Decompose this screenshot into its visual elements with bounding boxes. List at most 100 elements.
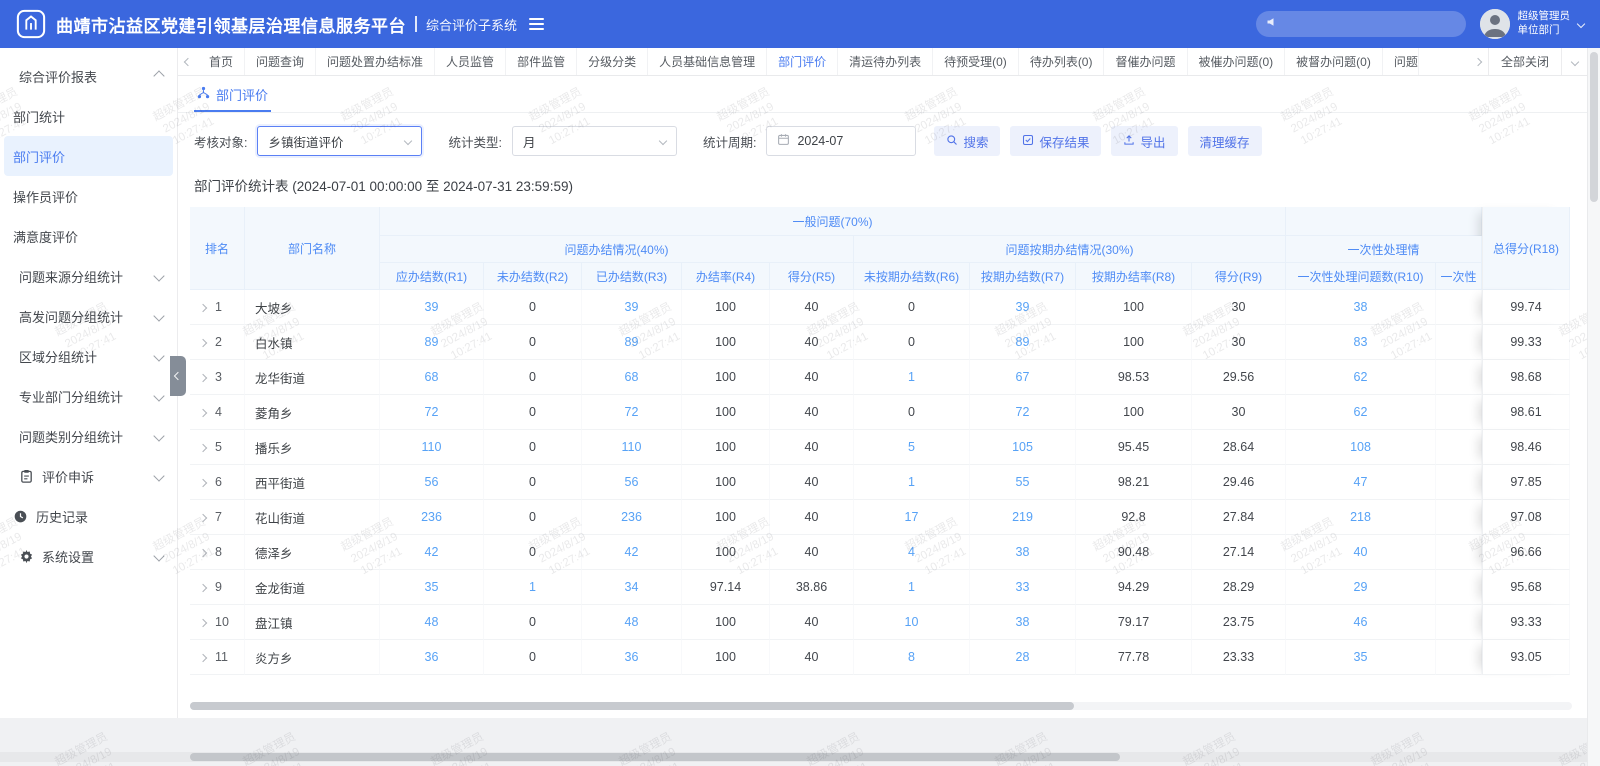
cell-r3[interactable]: 68 <box>582 360 682 395</box>
cell-r1[interactable]: 68 <box>380 360 484 395</box>
table-horizontal-scrollbar-thumb[interactable] <box>190 702 1074 710</box>
cell-r10[interactable]: 62 <box>1286 395 1436 430</box>
sidebar-item-11[interactable]: 历史记录 <box>0 496 177 536</box>
stat-type-select[interactable]: 月 <box>512 126 677 156</box>
tabs-scroll-left[interactable] <box>178 48 198 75</box>
tab-14[interactable]: 问题 <box>1383 48 1419 75</box>
tabs-scroll-right[interactable] <box>1468 48 1488 75</box>
cell-r6[interactable]: 1 <box>854 465 970 500</box>
sidebar-item-9[interactable]: 问题类别分组统计 <box>0 416 177 456</box>
cell-r1[interactable]: 42 <box>380 535 484 570</box>
row-expand-icon[interactable] <box>199 304 207 312</box>
cell-r1[interactable]: 36 <box>380 640 484 675</box>
tab-4[interactable]: 部件监管 <box>506 48 577 75</box>
tab-1[interactable]: 问题查询 <box>245 48 316 75</box>
cell-r7[interactable]: 39 <box>970 290 1076 325</box>
cell-r3[interactable]: 34 <box>582 570 682 605</box>
cell-r3[interactable]: 89 <box>582 325 682 360</box>
row-expand-icon[interactable] <box>199 339 207 347</box>
sidebar-item-8[interactable]: 专业部门分组统计 <box>0 376 177 416</box>
row-expand-icon[interactable] <box>199 584 207 592</box>
cell-r10[interactable]: 35 <box>1286 640 1436 675</box>
breadcrumb[interactable]: 部门评价 <box>194 76 271 112</box>
tab-10[interactable]: 待办列表(0) <box>1019 48 1105 75</box>
cell-r10[interactable]: 108 <box>1286 430 1436 465</box>
cell-r3[interactable]: 36 <box>582 640 682 675</box>
tab-2[interactable]: 问题处置办结标准 <box>316 48 435 75</box>
cell-r7[interactable]: 33 <box>970 570 1076 605</box>
sidebar-item-2[interactable]: 部门评价 <box>4 136 173 176</box>
cell-r1[interactable]: 236 <box>380 500 484 535</box>
header-search-box[interactable] <box>1256 11 1466 37</box>
search-button[interactable]: 搜索 <box>934 126 1000 156</box>
cell-r3[interactable]: 110 <box>582 430 682 465</box>
cell-r7[interactable]: 55 <box>970 465 1076 500</box>
cell-r10[interactable]: 46 <box>1286 605 1436 640</box>
cell-r3[interactable]: 236 <box>582 500 682 535</box>
row-expand-icon[interactable] <box>199 549 207 557</box>
cell-r3[interactable]: 42 <box>582 535 682 570</box>
cell-r1[interactable]: 110 <box>380 430 484 465</box>
sidebar-item-5[interactable]: 问题来源分组统计 <box>0 256 177 296</box>
sidebar-item-7[interactable]: 区域分组统计 <box>0 336 177 376</box>
tab-9[interactable]: 待预受理(0) <box>933 48 1019 75</box>
cell-r1[interactable]: 48 <box>380 605 484 640</box>
cell-r7[interactable]: 89 <box>970 325 1076 360</box>
clear-cache-button[interactable]: 清理缓存 <box>1188 126 1262 156</box>
cell-r3[interactable]: 39 <box>582 290 682 325</box>
row-expand-icon[interactable] <box>199 409 207 417</box>
sidebar-item-4[interactable]: 满意度评价 <box>0 216 177 256</box>
tab-3[interactable]: 人员监管 <box>435 48 506 75</box>
page-vertical-scrollbar-thumb[interactable] <box>1590 52 1598 202</box>
cell-r6[interactable]: 10 <box>854 605 970 640</box>
tab-5[interactable]: 分级分类 <box>577 48 648 75</box>
cell-r10[interactable]: 62 <box>1286 360 1436 395</box>
cell-r7[interactable]: 38 <box>970 605 1076 640</box>
cell-r10[interactable]: 83 <box>1286 325 1436 360</box>
sidebar-item-10[interactable]: 评价申诉 <box>0 456 177 496</box>
cell-r7[interactable]: 72 <box>970 395 1076 430</box>
sidebar-collapse-handle[interactable] <box>170 356 186 396</box>
assess-target-select[interactable]: 乡镇街道评价 <box>257 126 422 156</box>
cell-r3[interactable]: 56 <box>582 465 682 500</box>
cell-r6[interactable]: 5 <box>854 430 970 465</box>
cell-r2[interactable]: 1 <box>484 570 582 605</box>
tab-0[interactable]: 首页 <box>198 48 245 75</box>
cell-r6[interactable]: 1 <box>854 360 970 395</box>
row-expand-icon[interactable] <box>199 374 207 382</box>
cell-r10[interactable]: 218 <box>1286 500 1436 535</box>
cell-r7[interactable]: 219 <box>970 500 1076 535</box>
tab-8[interactable]: 清运待办列表 <box>838 48 933 75</box>
tab-12[interactable]: 被催办问题(0) <box>1188 48 1286 75</box>
cell-r10[interactable]: 47 <box>1286 465 1436 500</box>
row-expand-icon[interactable] <box>199 654 207 662</box>
cell-r6[interactable]: 1 <box>854 570 970 605</box>
row-expand-icon[interactable] <box>199 444 207 452</box>
cell-r6[interactable]: 17 <box>854 500 970 535</box>
page-horizontal-scrollbar-thumb[interactable] <box>190 753 1120 761</box>
user-menu[interactable]: 超级管理员 单位部门 <box>1480 9 1585 39</box>
header-search-input[interactable] <box>1284 16 1456 32</box>
close-all-tabs-button[interactable]: 全部关闭 <box>1488 48 1562 75</box>
cell-r10[interactable]: 38 <box>1286 290 1436 325</box>
tabs-dropdown-button[interactable] <box>1562 48 1588 75</box>
sidebar-item-0[interactable]: 综合评价报表 <box>0 56 177 96</box>
save-results-button[interactable]: 保存结果 <box>1010 126 1101 156</box>
sidebar-item-6[interactable]: 高发问题分组统计 <box>0 296 177 336</box>
sidebar-item-1[interactable]: 部门统计 <box>0 96 177 136</box>
stat-period-input[interactable]: 2024-07 <box>766 126 916 156</box>
cell-r10[interactable]: 40 <box>1286 535 1436 570</box>
row-expand-icon[interactable] <box>199 479 207 487</box>
cell-r7[interactable]: 28 <box>970 640 1076 675</box>
cell-r1[interactable]: 89 <box>380 325 484 360</box>
cell-r6[interactable]: 4 <box>854 535 970 570</box>
export-button[interactable]: 导出 <box>1111 126 1177 156</box>
cell-r7[interactable]: 38 <box>970 535 1076 570</box>
menu-icon[interactable] <box>529 18 544 30</box>
row-expand-icon[interactable] <box>199 514 207 522</box>
sidebar-item-3[interactable]: 操作员评价 <box>0 176 177 216</box>
cell-r1[interactable]: 56 <box>380 465 484 500</box>
cell-r7[interactable]: 67 <box>970 360 1076 395</box>
tab-13[interactable]: 被督办问题(0) <box>1285 48 1383 75</box>
sidebar-item-12[interactable]: 系统设置 <box>0 536 177 576</box>
